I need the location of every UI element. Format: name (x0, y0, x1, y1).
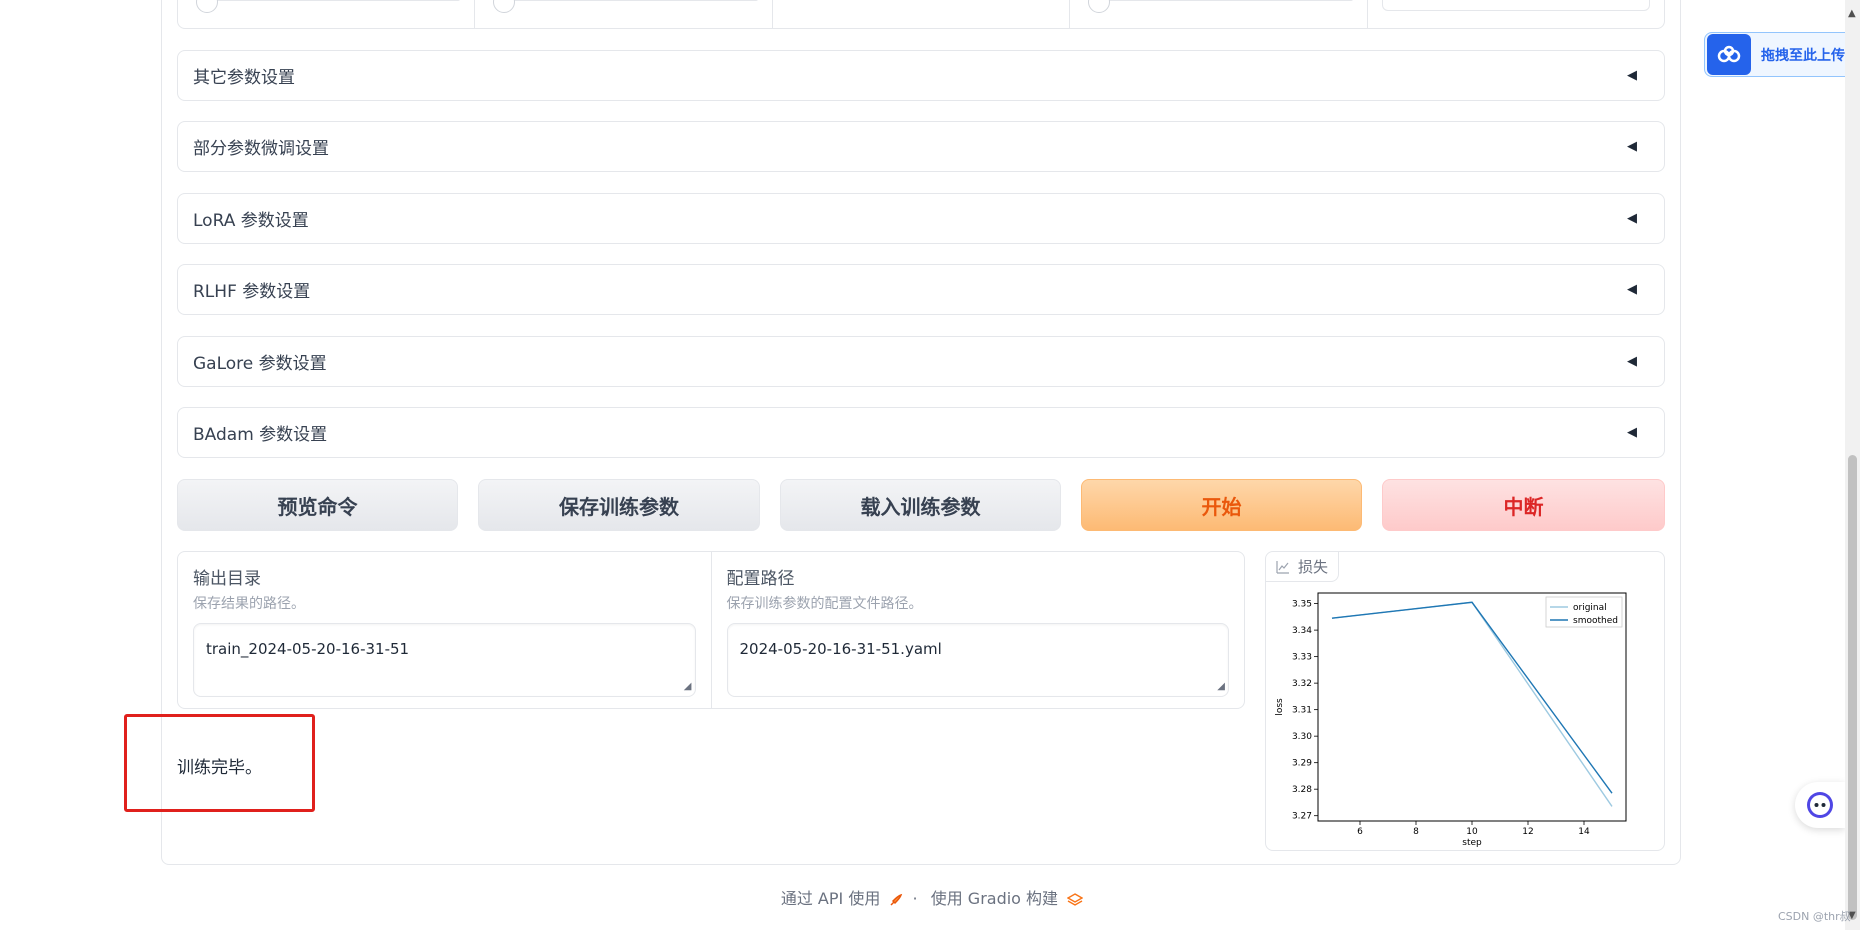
x-tick-label: 8 (1413, 827, 1419, 837)
y-tick-label: 3.28 (1292, 785, 1312, 795)
accordion-label: 部分参数微调设置 (193, 139, 329, 159)
chart-icon (1276, 560, 1289, 574)
y-tick-label: 3.27 (1292, 812, 1312, 822)
slider-track[interactable] (1092, 0, 1353, 1)
y-axis-label: loss (1275, 698, 1285, 716)
field-info: 保存训练参数的配置文件路径。 (726, 596, 923, 612)
plot-tab: 损失 (1266, 552, 1340, 582)
footer-separator: · (912, 889, 918, 908)
collapse-arrow-icon: ◀ (1627, 68, 1637, 83)
resize-handle-icon[interactable]: ◢ (1217, 681, 1225, 692)
y-tick-label: 3.32 (1292, 679, 1312, 689)
abort-button[interactable]: 中断 (1382, 479, 1665, 531)
field-label: 配置路径 (726, 569, 795, 589)
y-tick-label: 3.31 (1292, 706, 1312, 716)
slider-track[interactable] (497, 0, 758, 1)
status-message: 训练完毕。 (177, 758, 262, 778)
slider-knob[interactable] (1088, 0, 1111, 13)
x-tick-label: 10 (1466, 827, 1478, 837)
bot-icon (1807, 792, 1833, 818)
loss-plot-panel: 损失 6 8 10 12 14 3.27 3.28 3.29 3.30 3.31 3.32 3.33 3… (1265, 551, 1665, 851)
slider-knob[interactable] (196, 0, 218, 13)
slider-knob[interactable] (493, 0, 516, 13)
footer: 通过 API 使用 · 使用 Gradio 构建 (0, 885, 1860, 909)
number-input[interactable] (1381, 0, 1651, 11)
loss-chart: 6 8 10 12 14 3.27 3.28 3.29 3.30 3.31 3.32 3.33 3.34… (1275, 592, 1627, 847)
y-tick-label: 3.34 (1292, 626, 1312, 636)
scroll-thumb[interactable] (1848, 455, 1857, 920)
field-label: 输出目录 (193, 569, 261, 589)
cloud-icon (1707, 34, 1751, 75)
collapse-arrow-icon: ◀ (1627, 354, 1637, 369)
collapse-arrow-icon: ◀ (1627, 425, 1637, 440)
collapse-arrow-icon: ◀ (1627, 139, 1637, 154)
accordion-other-settings[interactable]: 其它参数设置 ◀ (177, 50, 1665, 101)
accordion-lora-settings[interactable]: LoRA 参数设置 ◀ (177, 193, 1665, 244)
collapse-arrow-icon: ◀ (1627, 282, 1637, 297)
preview-command-button[interactable]: 预览命令 (177, 479, 458, 531)
field-info: 保存结果的路径。 (193, 596, 305, 612)
load-args-button[interactable]: 载入训练参数 (780, 479, 1061, 531)
slider-cell[interactable] (178, 0, 476, 28)
x-tick-label: 14 (1578, 827, 1590, 837)
legend-label: smoothed (1573, 616, 1618, 626)
x-axis-label: step (1462, 838, 1482, 847)
x-tick-label: 6 (1357, 827, 1363, 837)
accordion-label: RLHF 参数设置 (193, 282, 311, 302)
output-dir-input[interactable]: train_2024-05-20-16-31-51 (193, 623, 696, 697)
config-path-input[interactable]: 2024-05-20-16-31-51.yaml (726, 623, 1229, 697)
upload-label: 拖拽至此上传 (1761, 47, 1845, 64)
y-tick-label: 3.33 (1292, 653, 1312, 663)
accordion-rlhf-settings[interactable]: RLHF 参数设置 ◀ (177, 264, 1665, 315)
slider-cell[interactable] (475, 0, 773, 28)
y-tick-label: 3.30 (1292, 732, 1312, 742)
upload-widget[interactable]: 拖拽至此上传 (1704, 32, 1860, 77)
input-cell[interactable] (1368, 0, 1664, 28)
accordion-badam-settings[interactable]: BAdam 参数设置 ◀ (177, 407, 1665, 458)
output-fields: 输出目录 保存结果的路径。 train_2024-05-20-16-31-51 … (177, 551, 1245, 709)
accordion-label: 其它参数设置 (193, 68, 295, 88)
assistant-widget[interactable] (1795, 782, 1845, 828)
accordion-label: BAdam 参数设置 (193, 425, 328, 445)
rocket-icon (890, 893, 903, 906)
resize-handle-icon[interactable]: ◢ (684, 681, 692, 692)
collapse-arrow-icon: ◀ (1627, 211, 1637, 226)
config-path-field: 配置路径 保存训练参数的配置文件路径。 2024-05-20-16-31-51.… (710, 552, 1245, 708)
gradio-link[interactable]: 使用 Gradio 构建 (931, 889, 1058, 908)
accordion-label: GaLore 参数设置 (193, 354, 327, 374)
api-link[interactable]: 通过 API 使用 (781, 889, 881, 908)
start-button[interactable]: 开始 (1081, 479, 1362, 531)
scroll-up-icon[interactable]: ▲ (1848, 8, 1856, 19)
gradio-logo-icon (1066, 892, 1084, 906)
save-args-button[interactable]: 保存训练参数 (478, 479, 760, 531)
page-scrollbar[interactable]: ▲ ▼ (1845, 0, 1860, 930)
watermark: CSDN @thr叔 (1778, 910, 1851, 923)
slider-track[interactable] (200, 0, 461, 1)
slider-cell[interactable] (1070, 0, 1368, 28)
slider-row-partial (177, 0, 1665, 29)
x-tick-label: 12 (1522, 827, 1533, 837)
accordion-label: LoRA 参数设置 (193, 211, 309, 231)
y-tick-label: 3.29 (1292, 759, 1312, 769)
accordion-freeze-settings[interactable]: 部分参数微调设置 ◀ (177, 121, 1665, 172)
legend-label: original (1573, 603, 1607, 613)
output-dir-field: 输出目录 保存结果的路径。 train_2024-05-20-16-31-51 … (178, 552, 711, 708)
y-tick-label: 3.35 (1292, 600, 1312, 610)
accordion-galore-settings[interactable]: GaLore 参数设置 ◀ (177, 336, 1665, 387)
empty-cell (773, 0, 1071, 28)
plot-tab-label: 损失 (1298, 558, 1329, 576)
